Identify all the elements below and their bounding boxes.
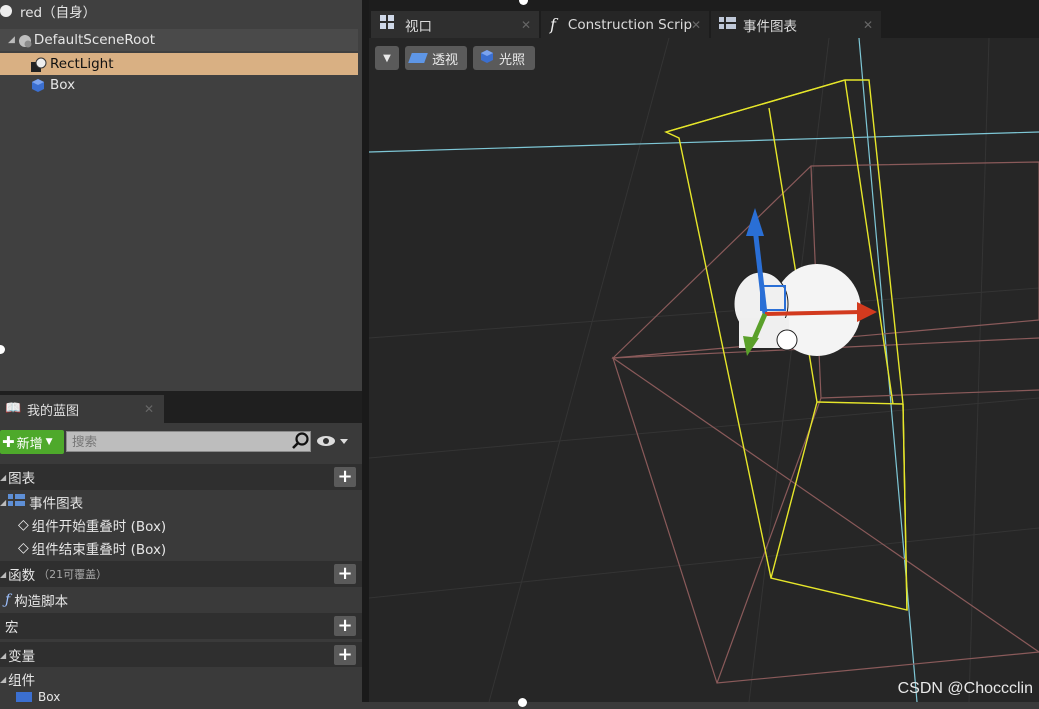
section-graphs[interactable]: ◢ 图表 + — [0, 464, 362, 490]
scene-root-icon — [17, 33, 32, 48]
lit-mode-label: 光照 — [499, 52, 526, 68]
section-functions-label: 函数 — [8, 568, 36, 584]
eye-icon[interactable] — [316, 433, 352, 453]
event-graph-label: 事件图表 — [29, 496, 84, 512]
chevron-down-icon: ▼ — [383, 52, 391, 64]
close-icon[interactable]: ✕ — [863, 18, 873, 32]
add-new-label: 新增 — [16, 436, 43, 452]
tab-construction-label: Construction Scrip — [567, 16, 693, 33]
function-icon: ƒ — [5, 592, 11, 608]
component-item-label: Box — [50, 77, 76, 93]
perspective-icon — [408, 53, 428, 63]
add-variable-button[interactable]: + — [334, 645, 356, 665]
components-panel: red（自身） ◢ DefaultSceneRoot RectLight Box — [0, 0, 362, 391]
watermark: CSDN @Choccclin — [897, 680, 1033, 697]
section-macros-label: 宏 — [5, 620, 19, 636]
tab-construction-script[interactable]: f Construction Scrip ✕ — [541, 11, 709, 38]
event-item-label: 组件结束重叠时 (Box) — [31, 541, 167, 558]
resize-handle[interactable] — [518, 698, 527, 707]
viewport-grid-icon — [380, 15, 395, 34]
tab-viewport-label: 视口 — [405, 18, 432, 35]
expand-triangle-icon: ◢ — [0, 497, 7, 507]
lit-mode-button[interactable]: 光照 — [473, 46, 535, 70]
event-item[interactable]: ◇ 组件开始重叠时 (Box) — [0, 513, 362, 536]
event-graph-item[interactable]: ◢ 事件图表 — [0, 490, 362, 514]
variable-item-label: Box — [38, 691, 61, 702]
event-item[interactable]: ◇ 组件结束重叠时 (Box) — [0, 536, 362, 559]
plus-icon: ✚ — [2, 433, 15, 451]
tab-viewport[interactable]: 视口 ✕ — [371, 11, 539, 38]
panel-splitter[interactable] — [362, 0, 369, 709]
component-root-label: DefaultSceneRoot — [33, 32, 155, 48]
viewport-options-button[interactable]: ▼ — [375, 46, 399, 70]
components-subsection[interactable]: ◢ 组件 — [0, 667, 362, 691]
chevron-down-icon: ▼ — [45, 437, 53, 447]
world-axis-line — [369, 131, 1039, 153]
component-item-label: RectLight — [50, 56, 114, 72]
section-graphs-label: 图表 — [8, 471, 36, 487]
add-new-button[interactable]: ✚ 新增 ▼ — [0, 430, 64, 454]
search-icon[interactable] — [291, 431, 311, 455]
event-node-icon: ◇ — [18, 516, 29, 533]
component-self-label: red（自身） — [20, 5, 97, 21]
expand-triangle-icon: ◢ — [0, 569, 7, 579]
lit-cube-icon — [479, 48, 495, 68]
component-root-row[interactable]: ◢ DefaultSceneRoot — [0, 29, 358, 51]
expand-triangle-icon: ◢ — [8, 35, 15, 45]
section-macros[interactable]: 宏 + — [0, 613, 362, 639]
book-icon: 📖 — [5, 401, 22, 416]
sphere-icon — [0, 5, 12, 17]
section-functions[interactable]: ◢ 函数 （21可覆盖） + — [0, 561, 362, 587]
rect-light-icon — [30, 56, 47, 72]
bottom-strip — [0, 698, 1039, 709]
search-input[interactable] — [66, 431, 311, 452]
tab-event-graph-label: 事件图表 — [743, 18, 797, 35]
perspective-button[interactable]: 透视 — [405, 46, 467, 70]
section-variables[interactable]: ◢ 变量 + — [0, 642, 362, 668]
component-item-rectlight[interactable]: RectLight — [0, 53, 358, 75]
expand-triangle-icon: ◢ — [0, 650, 7, 660]
close-icon[interactable]: ✕ — [144, 402, 154, 416]
section-variables-label: 变量 — [8, 649, 36, 665]
tab-event-graph[interactable]: 事件图表 ✕ — [711, 11, 881, 38]
construction-script-item[interactable]: ƒ 构造脚本 — [0, 588, 362, 612]
add-graph-button[interactable]: + — [334, 467, 356, 487]
add-macro-button[interactable]: + — [334, 616, 356, 636]
viewport-3d[interactable]: ▼ 透视 光照 — [369, 38, 1039, 702]
component-item-box[interactable]: Box — [0, 74, 358, 96]
tab-my-blueprint-label: 我的蓝图 — [27, 403, 80, 419]
overridable-count: （21可覆盖） — [38, 568, 108, 581]
box-bounds — [611, 161, 1039, 684]
function-icon: f — [550, 15, 556, 34]
resize-handle[interactable] — [0, 345, 5, 354]
my-blueprint-panel: 📖 我的蓝图 ✕ ✚ 新增 ▼ ◢ 图表 + ◢ 事件图表 ◇ 组件开始重叠时 … — [0, 391, 362, 709]
editor-tabbar: 视口 ✕ f Construction Scrip ✕ 事件图表 ✕ — [369, 0, 1039, 38]
resize-handle[interactable] — [519, 0, 528, 5]
close-icon[interactable]: ✕ — [691, 18, 701, 32]
viewport-scene — [369, 38, 1039, 702]
box-icon — [16, 691, 32, 702]
expand-triangle-icon: ◢ — [0, 674, 7, 684]
component-self-row[interactable]: red（自身） — [0, 0, 358, 22]
close-icon[interactable]: ✕ — [521, 18, 531, 32]
event-graph-icon — [719, 16, 737, 34]
components-subsection-label: 组件 — [8, 673, 36, 689]
box-icon — [30, 77, 46, 93]
variable-item[interactable]: Box — [0, 691, 362, 702]
expand-triangle-icon: ◢ — [0, 472, 7, 482]
event-node-icon: ◇ — [18, 539, 29, 556]
event-item-label: 组件开始重叠时 (Box) — [31, 518, 167, 535]
add-function-button[interactable]: + — [334, 564, 356, 584]
tab-my-blueprint[interactable]: 📖 我的蓝图 ✕ — [0, 395, 164, 423]
perspective-label: 透视 — [432, 52, 459, 68]
construction-script-label: 构造脚本 — [14, 594, 69, 610]
event-graph-icon — [8, 493, 26, 511]
blueprint-tabbar: 📖 我的蓝图 ✕ — [0, 391, 362, 423]
